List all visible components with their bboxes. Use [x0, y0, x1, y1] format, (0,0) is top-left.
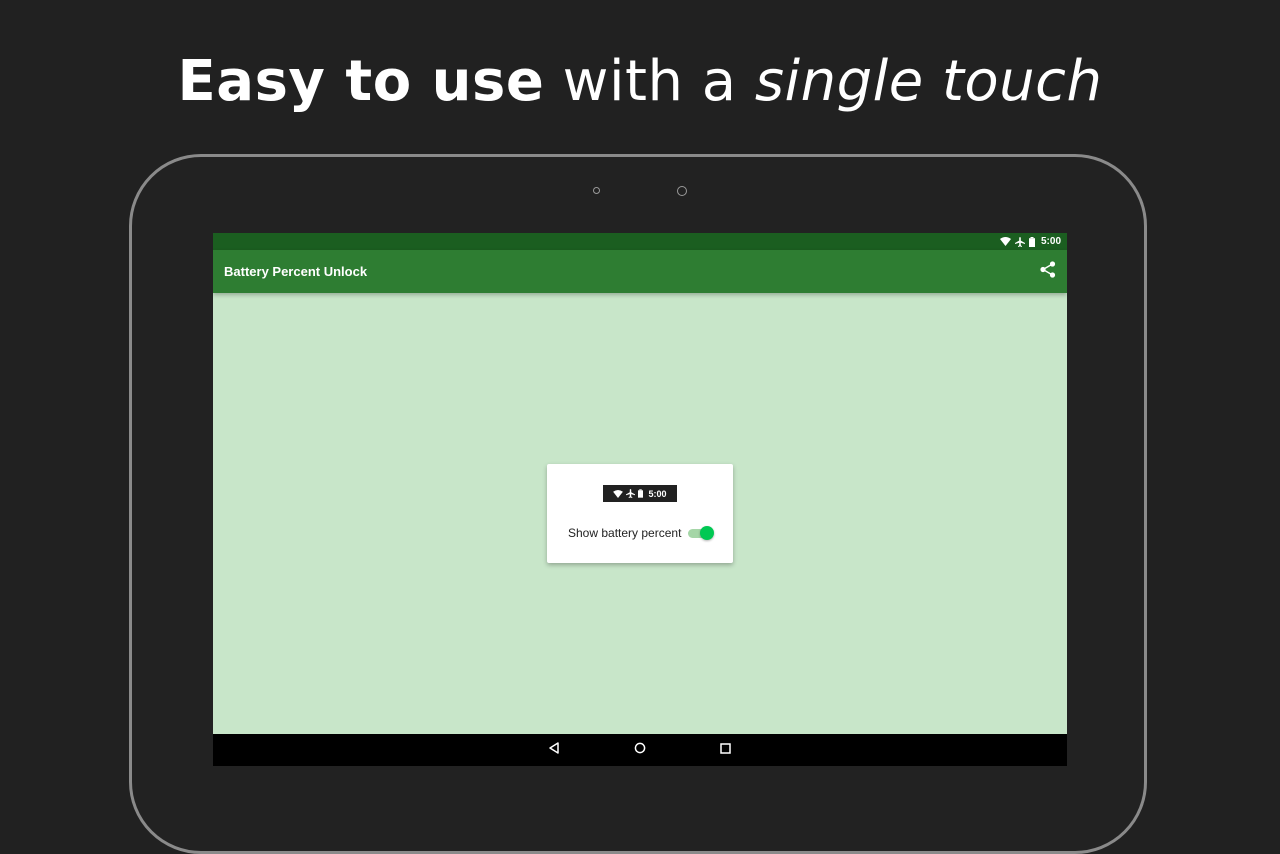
settings-card: 5:00 Show battery percent [547, 464, 733, 563]
share-button[interactable] [1037, 260, 1059, 283]
device-screen: 5:00 Battery Percent Unlock 5:00 Show ba… [213, 233, 1067, 766]
headline-italic: single touch [754, 49, 1103, 114]
toggle-label: Show battery percent [568, 526, 682, 540]
home-button[interactable] [630, 740, 650, 760]
navigation-bar [213, 734, 1067, 766]
headline-bold: Easy to use [177, 49, 545, 114]
front-camera [677, 186, 687, 196]
battery-icon [1028, 236, 1035, 247]
battery-percent-setting: Show battery percent [568, 524, 714, 542]
battery-icon [638, 485, 644, 503]
status-time: 5:00 [1040, 236, 1061, 247]
back-icon [548, 741, 560, 759]
share-icon [1040, 260, 1056, 283]
airplane-icon [1014, 236, 1025, 247]
headline: Easy to use with a single touch [0, 44, 1280, 120]
front-sensor [593, 187, 600, 194]
status-preview: 5:00 [603, 485, 677, 502]
airplane-icon [626, 485, 636, 503]
recents-button[interactable] [715, 740, 735, 760]
headline-regular: with a [544, 49, 755, 114]
battery-percent-switch[interactable] [688, 526, 714, 540]
wifi-icon [999, 237, 1011, 246]
wifi-icon [613, 485, 624, 503]
app-title: Battery Percent Unlock [224, 264, 368, 279]
switch-thumb [700, 526, 714, 540]
recents-icon [719, 741, 731, 759]
preview-time: 5:00 [648, 488, 667, 499]
status-bar: 5:00 [213, 233, 1067, 250]
home-icon [634, 741, 646, 759]
app-bar: Battery Percent Unlock [213, 250, 1067, 293]
back-button[interactable] [544, 740, 564, 760]
